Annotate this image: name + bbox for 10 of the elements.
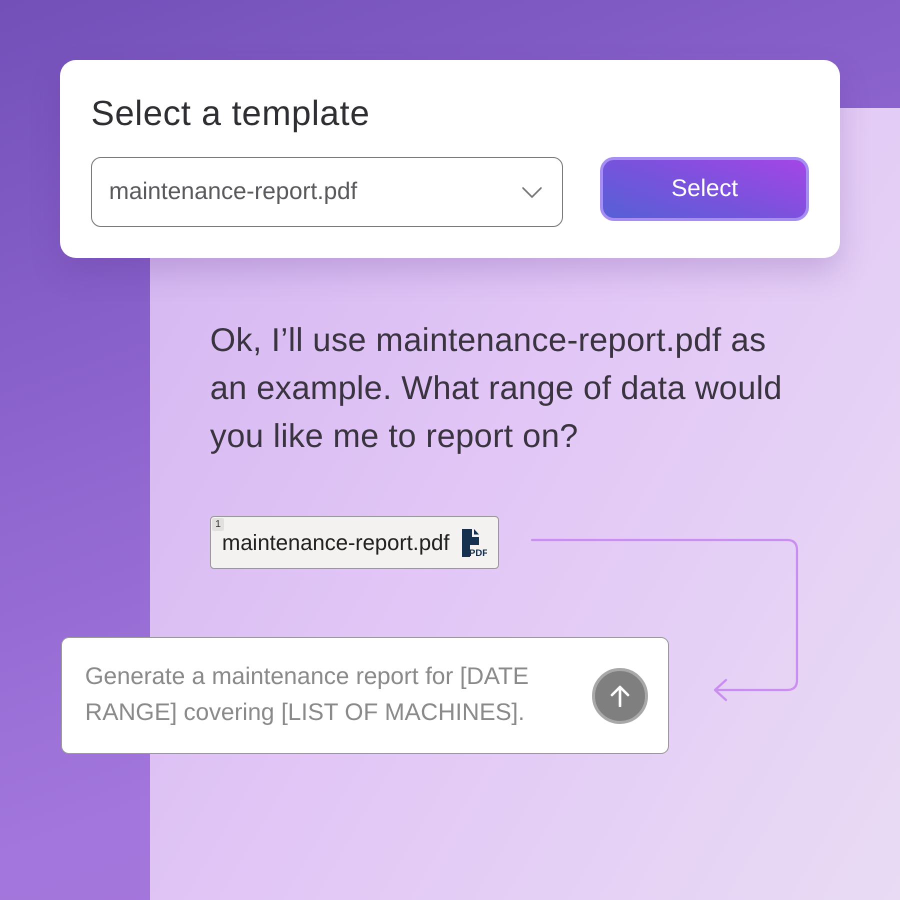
citation-number: 1: [212, 518, 224, 531]
chevron-down-icon: [522, 186, 542, 198]
attachment-filename: maintenance-report.pdf: [222, 530, 450, 556]
dialog-title: Select a template: [91, 93, 371, 135]
prompt-input-field[interactable]: Generate a maintenance report for [DATE RANGE] covering [LIST OF MACHINES].: [61, 637, 669, 754]
arrow-up-icon: [610, 685, 630, 707]
dropdown-value: maintenance-report.pdf: [109, 178, 358, 206]
template-dropdown[interactable]: maintenance-report.pdf: [91, 157, 564, 227]
select-button[interactable]: Select: [600, 157, 809, 221]
assistant-message: Ok, I’ll use maintenance-report.pdf as an example. What range of data would you like me to report on?: [210, 320, 784, 456]
